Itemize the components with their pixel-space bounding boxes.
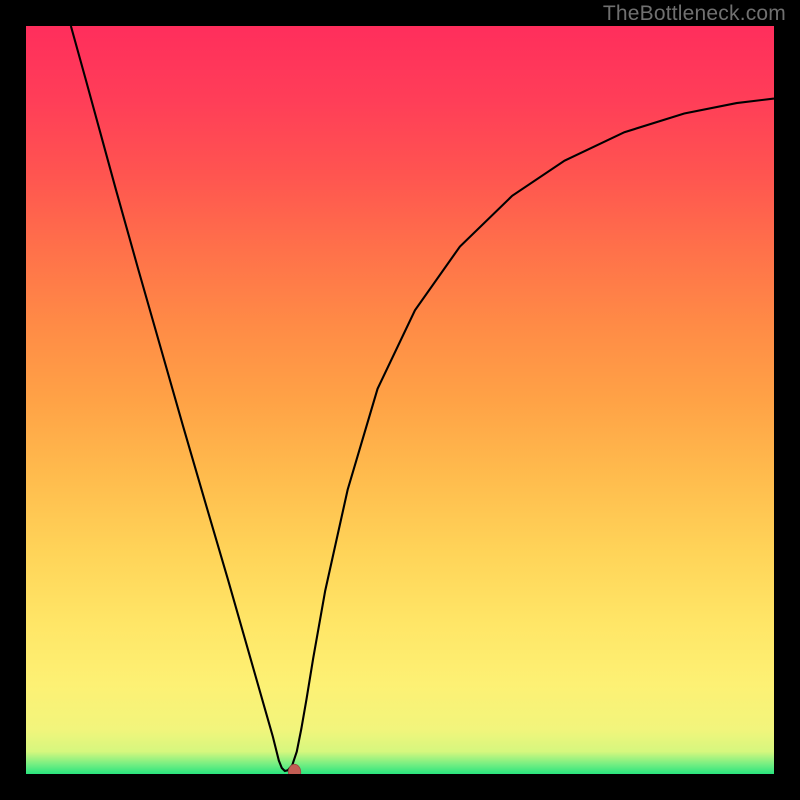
plot-area [26, 26, 774, 774]
bottleneck-curve [71, 26, 774, 771]
optimum-marker [288, 764, 300, 774]
chart-svg [26, 26, 774, 774]
chart-frame: TheBottleneck.com [0, 0, 800, 800]
watermark-text: TheBottleneck.com [603, 2, 786, 26]
